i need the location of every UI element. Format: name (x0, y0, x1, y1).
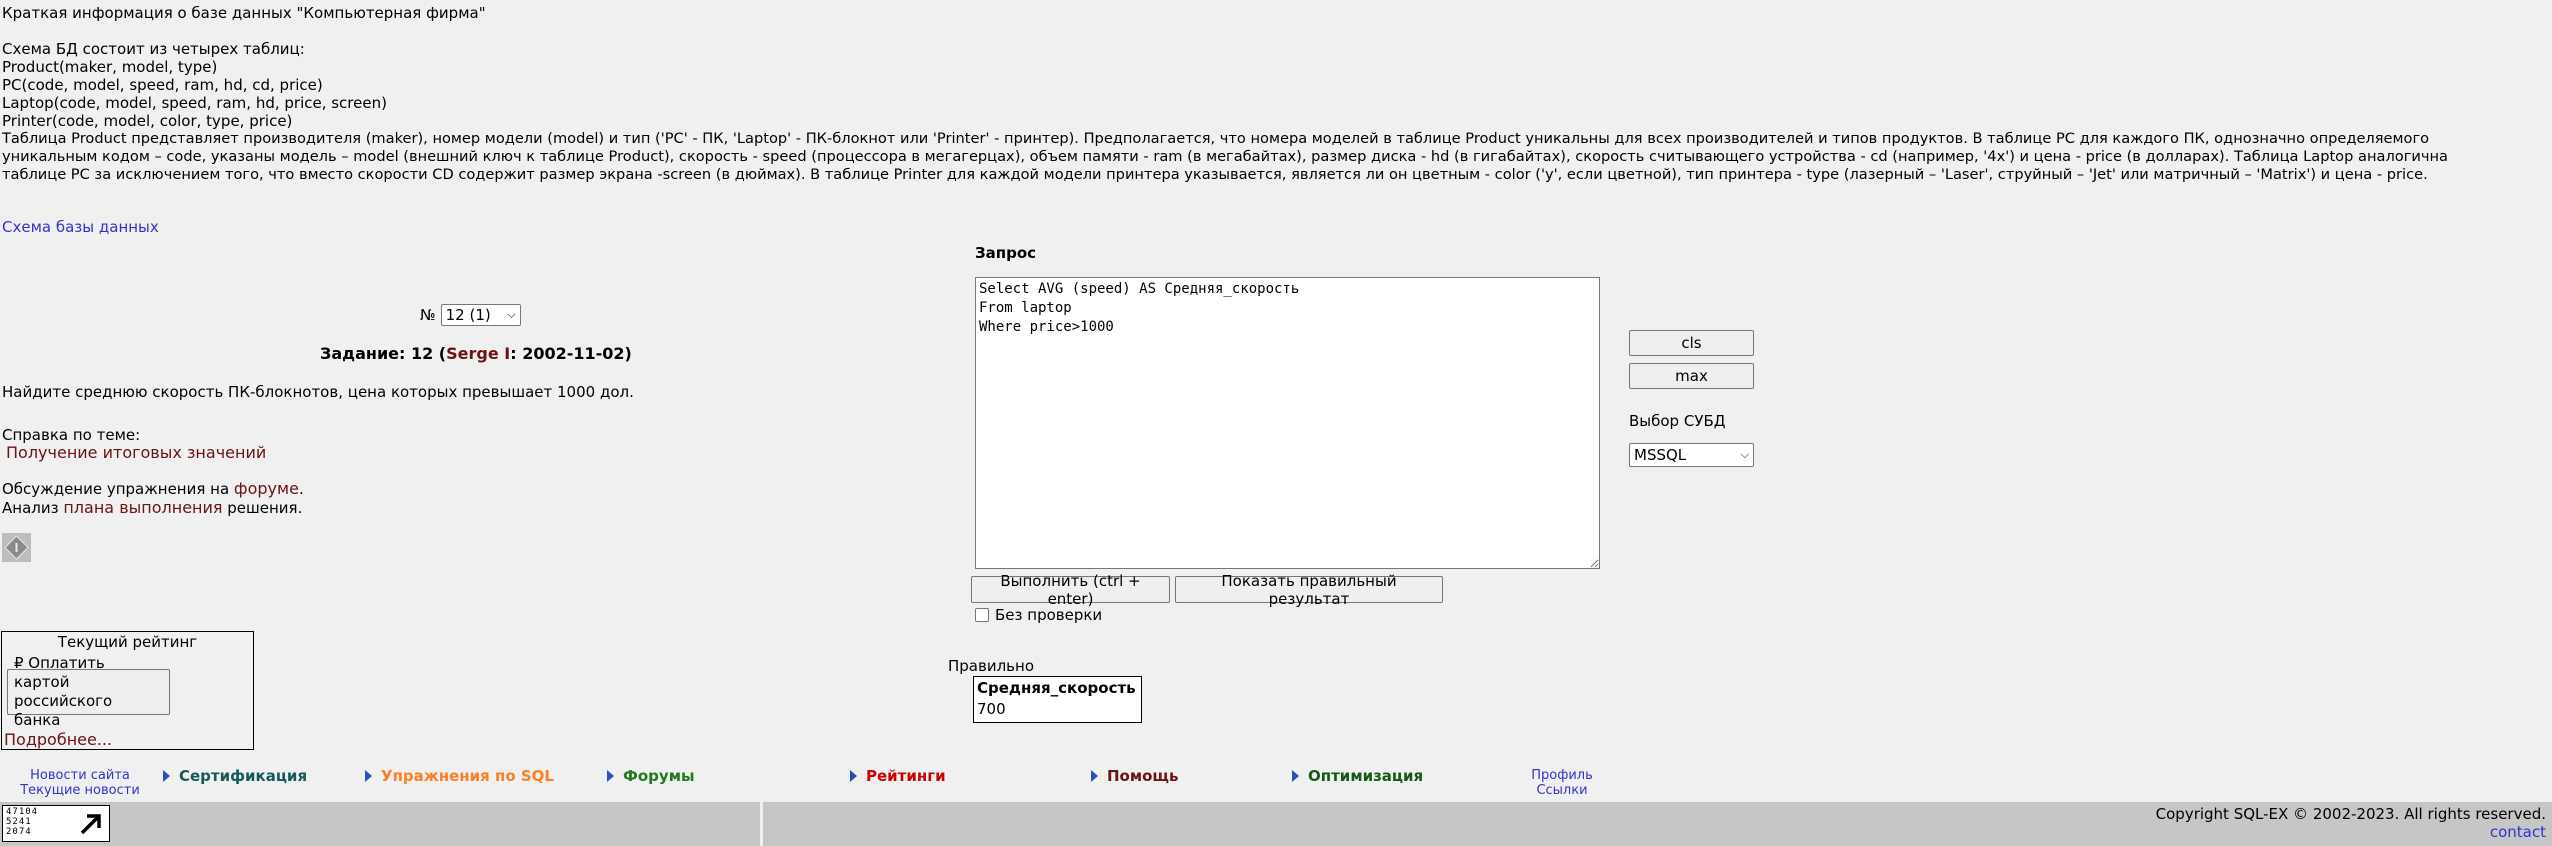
nav-sql-exercises[interactable]: Упражнения по SQL (365, 767, 554, 785)
nav-optimization[interactable]: Оптимизация (1292, 767, 1423, 785)
triangle-right-icon (163, 770, 170, 782)
forum-line: Обсуждение упражнения на форуме. (2, 479, 304, 499)
nocheck-row: Без проверки (975, 606, 1102, 624)
nav-ratings[interactable]: Рейтинги (850, 767, 946, 785)
rating-box: Текущий рейтинг ₽ Оплатить картой россий… (1, 631, 254, 750)
rating-title: Текущий рейтинг (57, 633, 198, 651)
task-author: Serge I (446, 344, 511, 363)
result-column-header: Средняя_скорость (977, 679, 1136, 697)
nocheck-checkbox[interactable] (975, 608, 989, 622)
pay-card-button[interactable]: ₽ Оплатить картой российского банка (7, 654, 170, 729)
chevron-down-icon: ⌵ (1740, 448, 1749, 461)
db-description: Краткая информация о базе данных "Компью… (2, 4, 2548, 184)
run-query-button[interactable]: Выполнить (ctrl + enter) (971, 572, 1170, 608)
schema-link[interactable]: Схема базы данных (2, 218, 159, 236)
current-news-link[interactable]: Текущие новости (20, 783, 140, 798)
query-textarea[interactable] (975, 277, 1600, 569)
task-text: Найдите среднюю скорость ПК-блокнотов, ц… (2, 383, 634, 401)
dbms-value: MSSQL (1634, 446, 1687, 464)
help-label: Справка по теме: (2, 426, 141, 444)
arrow-up-right-icon (80, 814, 101, 835)
task-number-row: № 12 (1) ⌵ (420, 304, 521, 326)
task-number-select[interactable]: 12 (1) ⌵ (440, 304, 521, 326)
profile-block: Профиль Ссылки (1512, 768, 1612, 798)
task-number-label: № (420, 306, 436, 324)
triangle-right-icon (607, 770, 614, 782)
plan-link[interactable]: плана выполнения (63, 498, 222, 517)
plan-line: Анализ плана выполнения решения. (2, 498, 303, 518)
task-heading: Задание: 12 (Serge I: 2002-11-02) (320, 344, 632, 363)
table-pc: PC(code, model, speed, ram, hd, cd, pric… (2, 76, 323, 94)
chevron-down-icon: ⌵ (507, 308, 516, 321)
desc-line-1: Таблица Product представляет производите… (2, 130, 2430, 147)
dbms-select[interactable]: MSSQL ⌵ (1629, 443, 1754, 467)
news-link[interactable]: Новости сайта (30, 768, 130, 783)
copyright: Copyright SQL-EX © 2002-2023. All rights… (2155, 805, 2546, 823)
nav-certification[interactable]: Сертификация (163, 767, 307, 785)
help-link[interactable]: Получение итоговых значений (6, 444, 266, 462)
db-title: Краткая информация о базе данных "Компью… (2, 4, 486, 22)
footer-divider (760, 802, 763, 846)
result-cell: 700 (977, 700, 1006, 718)
profile-link[interactable]: Профиль (1531, 768, 1593, 783)
triangle-right-icon (1292, 770, 1299, 782)
result-table: Средняя_скорость 700 (973, 676, 1142, 723)
more-link[interactable]: Подробнее... (4, 731, 112, 749)
triangle-right-icon (850, 770, 857, 782)
contact-link[interactable]: contact (2490, 823, 2546, 841)
links-link[interactable]: Ссылки (1536, 783, 1587, 798)
show-result-button[interactable]: Показать правильный результат (1175, 572, 1443, 608)
table-printer: Printer(code, model, color, type, price) (2, 112, 293, 130)
triangle-right-icon (365, 770, 372, 782)
nav-forums[interactable]: Форумы (607, 767, 695, 785)
task-number-value: 12 (1) (445, 306, 491, 324)
desc-line-2: уникальным кодом – code, указаны модель … (2, 148, 2448, 165)
table-laptop: Laptop(code, model, speed, ram, hd, pric… (2, 94, 387, 112)
desc-line-3: таблице PC за исключением того, что вмес… (2, 166, 2428, 183)
query-label: Запрос (975, 244, 1037, 262)
forum-link[interactable]: форуме (234, 479, 299, 498)
nocheck-label: Без проверки (995, 606, 1103, 624)
schema-intro: Схема БД состоит из четырех таблиц: (2, 40, 305, 58)
news-block: Новости сайта Текущие новости (20, 768, 140, 798)
max-button[interactable]: max (1629, 363, 1754, 389)
table-product: Product(maker, model, type) (2, 58, 218, 76)
nav-help[interactable]: Помощь (1091, 767, 1179, 785)
dbms-label: Выбор СУБД (1629, 412, 1726, 430)
result-status: Правильно (948, 657, 1034, 675)
triangle-right-icon (1091, 770, 1098, 782)
info-diamond-icon[interactable] (2, 533, 31, 562)
site-counter[interactable]: 47104 5241 2074 (2, 805, 110, 842)
cls-button[interactable]: cls (1629, 330, 1754, 356)
